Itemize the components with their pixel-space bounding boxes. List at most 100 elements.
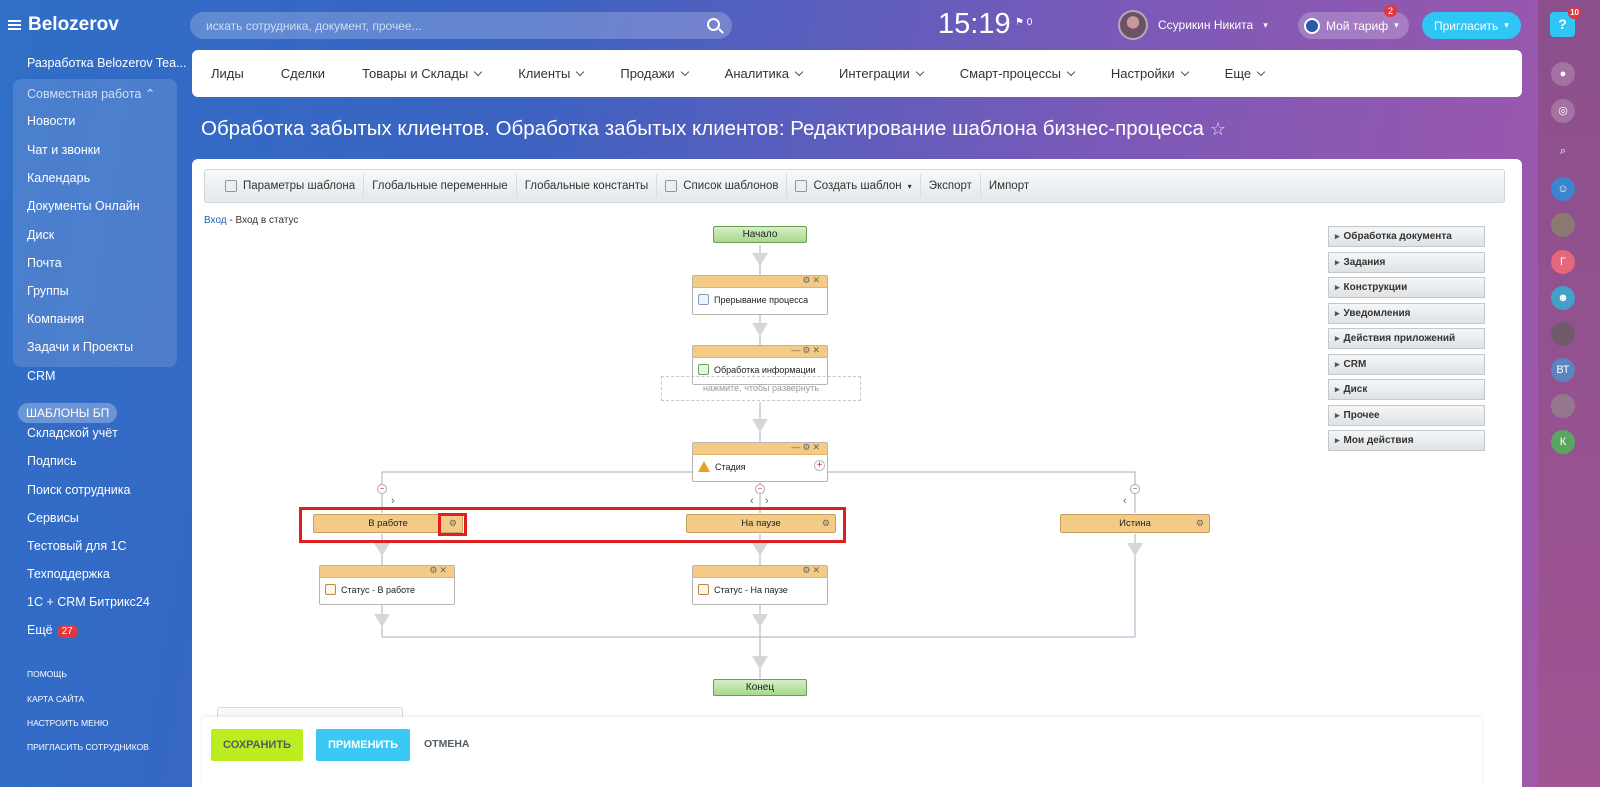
caret-down-icon: ▾ <box>1504 20 1509 30</box>
chevron-down-icon <box>680 67 689 77</box>
sidebar-item-disk[interactable]: Диск <box>27 228 54 242</box>
move-right-icon[interactable]: › <box>765 495 769 507</box>
sidebar-item-company[interactable]: Компания <box>27 312 84 326</box>
nav-item-clients[interactable]: Клиенты <box>518 66 585 81</box>
add-branch-icon[interactable]: + <box>814 460 825 471</box>
nav-item-deals[interactable]: Сделки <box>281 66 325 81</box>
branch-true[interactable]: Истина ⚙ <box>1060 514 1210 533</box>
remove-branch-icon[interactable]: − <box>755 484 765 494</box>
save-button[interactable]: СОХРАНИТЬ <box>211 729 303 761</box>
sidebar-item-portal[interactable]: Разработка Belozerov Tea... <box>27 56 187 70</box>
chat-icon[interactable]: ◎ <box>1551 99 1575 123</box>
contact-avatar[interactable]: Г <box>1551 250 1575 274</box>
chevron-down-icon <box>473 67 483 77</box>
nav-item-more[interactable]: Еще <box>1225 66 1266 81</box>
end-node[interactable]: Конец <box>713 679 807 696</box>
group-chat-icon[interactable]: ☺ <box>1551 177 1575 201</box>
global-search <box>190 12 732 39</box>
search-input[interactable] <box>190 12 690 39</box>
sidebar-item-tasks[interactable]: Задачи и Проекты <box>27 340 133 354</box>
arrow-down-icon <box>752 253 768 266</box>
sidebar-item-more[interactable]: Ещё 27 <box>27 623 78 638</box>
activity-controls[interactable]: ⚙✕ <box>802 275 822 286</box>
sidebar-link-configure-menu[interactable]: НАСТРОИТЬ МЕНЮ <box>27 718 108 728</box>
sidebar-item-calendar[interactable]: Календарь <box>27 171 90 185</box>
nav-item-leads[interactable]: Лиды <box>211 66 244 81</box>
left-sidebar: Belozerov Разработка Belozerov Tea... Со… <box>0 0 187 787</box>
sidebar-item-warehouse[interactable]: Складской учёт <box>27 426 118 440</box>
cancel-button[interactable]: ОТМЕНА <box>424 738 470 750</box>
activity-controls[interactable]: —⚙✕ <box>791 345 822 356</box>
search-icon[interactable] <box>707 18 720 31</box>
sidebar-item-chat[interactable]: Чат и звонки <box>27 143 100 157</box>
activity-interrupt[interactable]: ⚙✕ Прерывание процесса <box>692 275 828 315</box>
start-node[interactable]: Начало <box>713 226 807 243</box>
remove-branch-icon[interactable]: − <box>377 484 387 494</box>
activity-controls[interactable]: ⚙✕ <box>429 565 449 576</box>
nav-item-smart-processes[interactable]: Смарт-процессы <box>960 66 1076 81</box>
invite-label: Пригласить <box>1434 18 1499 33</box>
flag-counter[interactable]: ⚑ 0 <box>1015 17 1032 28</box>
process-diagram: Начало ⚙✕ Прерывание процесса —⚙✕ Обрабо… <box>192 159 1522 787</box>
sidebar-item-1c-crm[interactable]: 1С + CRM Битрикс24 <box>27 595 150 609</box>
sidebar-item-mail[interactable]: Почта <box>27 256 62 270</box>
sidebar-link-help[interactable]: ПОМОЩЬ <box>27 669 67 679</box>
activity-stage[interactable]: —⚙✕ Стадия + <box>692 442 828 482</box>
nav-label: Сделки <box>280 66 326 81</box>
apply-button[interactable]: ПРИМЕНИТЬ <box>316 729 410 761</box>
move-left-icon[interactable]: ‹ <box>750 495 754 507</box>
nav-item-settings[interactable]: Настройки <box>1111 66 1189 81</box>
sidebar-item-bp-templates[interactable]: ШАБЛОНЫ БП <box>18 403 118 423</box>
nav-item-analytics[interactable]: Аналитика <box>725 66 804 81</box>
nav-item-products[interactable]: Товары и Склады <box>362 66 483 81</box>
sidebar-item-services[interactable]: Сервисы <box>27 511 79 525</box>
sidebar-item-test-1c[interactable]: Тестовый для 1С <box>27 539 127 553</box>
notifications-icon[interactable]: ● <box>1551 62 1575 86</box>
sidebar-link-invite[interactable]: ПРИГЛАСИТЬ СОТРУДНИКОВ <box>27 742 149 752</box>
sidebar-link-sitemap[interactable]: КАРТА САЙТА <box>27 694 84 704</box>
move-right-icon[interactable]: › <box>391 495 395 507</box>
contact-avatar[interactable] <box>1551 394 1575 418</box>
sidebar-item-docs[interactable]: Документы Онлайн <box>27 199 140 213</box>
nav-item-integrations[interactable]: Интеграции <box>839 66 924 81</box>
sidebar-item-groups[interactable]: Группы <box>27 284 69 298</box>
contact-avatar[interactable] <box>1551 213 1575 237</box>
help-icon[interactable]: ? 10 <box>1550 7 1581 37</box>
right-rail: ? 10 ● ◎ ⌕ ☺ Г ☻ ВТ К <box>1538 0 1600 787</box>
move-left-icon[interactable]: ‹ <box>1123 495 1127 507</box>
arrow-down-icon <box>752 543 768 556</box>
user-menu[interactable]: Ссурикин Никита ▾ <box>1118 10 1268 40</box>
contact-avatar[interactable]: К <box>1551 430 1575 454</box>
sidebar-item-support[interactable]: Техподдержка <box>27 567 110 581</box>
activity-status-pause[interactable]: ⚙✕ Статус - На паузе <box>692 565 828 605</box>
activity-status-work[interactable]: ⚙✕ Статус - В работе <box>319 565 455 605</box>
expand-hint[interactable]: нажмите, чтобы развернуть <box>661 376 861 401</box>
interrupt-icon <box>698 294 709 305</box>
remove-branch-icon[interactable]: − <box>1130 484 1140 494</box>
search-icon[interactable]: ⌕ <box>1551 139 1575 163</box>
sidebar-item-employee-search[interactable]: Поиск сотрудника <box>27 483 130 497</box>
activity-body: Статус - В работе <box>320 578 454 595</box>
tariff-button[interactable]: Мой тариф ▾ 2 <box>1298 5 1409 39</box>
page-title: Обработка забытых клиентов. Обработка за… <box>201 117 1226 141</box>
app-logo[interactable]: Belozerov <box>8 14 119 36</box>
checkbox-icon <box>325 584 336 595</box>
sidebar-item-news[interactable]: Новости <box>27 114 75 128</box>
sidebar-item-crm[interactable]: CRM <box>27 369 55 383</box>
highlight-frame-gear <box>438 513 467 536</box>
sidebar-item-sign[interactable]: Подпись <box>27 454 76 468</box>
activity-controls[interactable]: —⚙✕ <box>791 442 822 453</box>
gear-icon[interactable]: ⚙ <box>1196 515 1204 532</box>
sidebar-group-title[interactable]: Совместная работа ⌃ <box>27 86 155 101</box>
contacts-icon[interactable]: ☻ <box>1551 286 1575 310</box>
clock[interactable]: 15:19 <box>938 8 1011 41</box>
star-icon[interactable]: ☆ <box>1210 119 1226 139</box>
chevron-down-icon <box>794 67 804 77</box>
activity-controls[interactable]: ⚙✕ <box>802 565 822 576</box>
contact-avatar[interactable]: ВТ <box>1551 358 1575 382</box>
contact-avatar[interactable] <box>1551 322 1575 346</box>
menu-icon[interactable] <box>8 20 21 30</box>
user-avatar <box>1118 10 1148 40</box>
invite-button[interactable]: Пригласить ▾ <box>1422 12 1521 39</box>
nav-item-sales[interactable]: Продажи <box>620 66 689 81</box>
